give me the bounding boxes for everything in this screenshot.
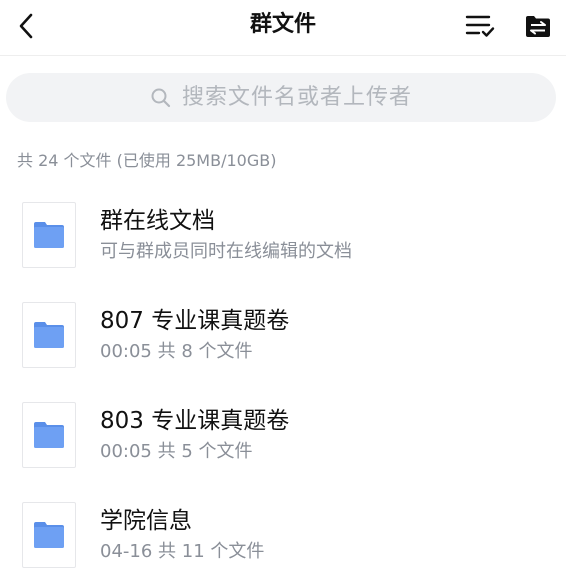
file-title: 803 专业课真题卷 [100,408,290,434]
search-placeholder: 搜索文件名或者上传者 [181,84,412,110]
file-title: 807 专业课真题卷 [100,308,290,334]
folder-transfer-button[interactable] [522,10,554,42]
search-content: 搜索文件名或者上传者 [150,83,412,113]
folder-icon [22,402,76,468]
sort-button[interactable] [462,9,498,43]
folder-icon [22,502,76,568]
file-subtitle: 04-16 共 11 个文件 [100,541,265,562]
list-item-807[interactable]: 807 专业课真题卷 00:05 共 8 个文件 [0,288,566,388]
list-item-803[interactable]: 803 专业课真题卷 00:05 共 5 个文件 [0,388,566,488]
search-input[interactable]: 搜索文件名或者上传者 [6,73,556,122]
list-item-college-info[interactable]: 学院信息 04-16 共 11 个文件 [0,488,566,588]
sort-list-icon [465,15,495,37]
folder-transfer-icon [526,16,550,37]
folder-icon [22,202,76,268]
file-subtitle: 可与群成员同时在线编辑的文档 [100,241,352,262]
group-files-screen: 群文件 搜索文件名或者上传者 共 24 个文件 (已使用 25MB/10GB) … [0,0,566,588]
list-item-online-docs[interactable]: 群在线文档 可与群成员同时在线编辑的文档 [0,188,566,288]
file-summary: 共 24 个文件 (已使用 25MB/10GB) [17,151,277,170]
file-title: 群在线文档 [100,208,215,234]
top-bar: 群文件 [0,0,566,56]
file-title: 学院信息 [100,508,192,534]
search-icon [150,87,172,109]
file-subtitle: 00:05 共 8 个文件 [100,341,253,362]
file-subtitle: 00:05 共 5 个文件 [100,441,253,462]
file-list: 群在线文档 可与群成员同时在线编辑的文档 807 专业课真题卷 00:05 共 … [0,188,566,588]
folder-icon [22,302,76,368]
